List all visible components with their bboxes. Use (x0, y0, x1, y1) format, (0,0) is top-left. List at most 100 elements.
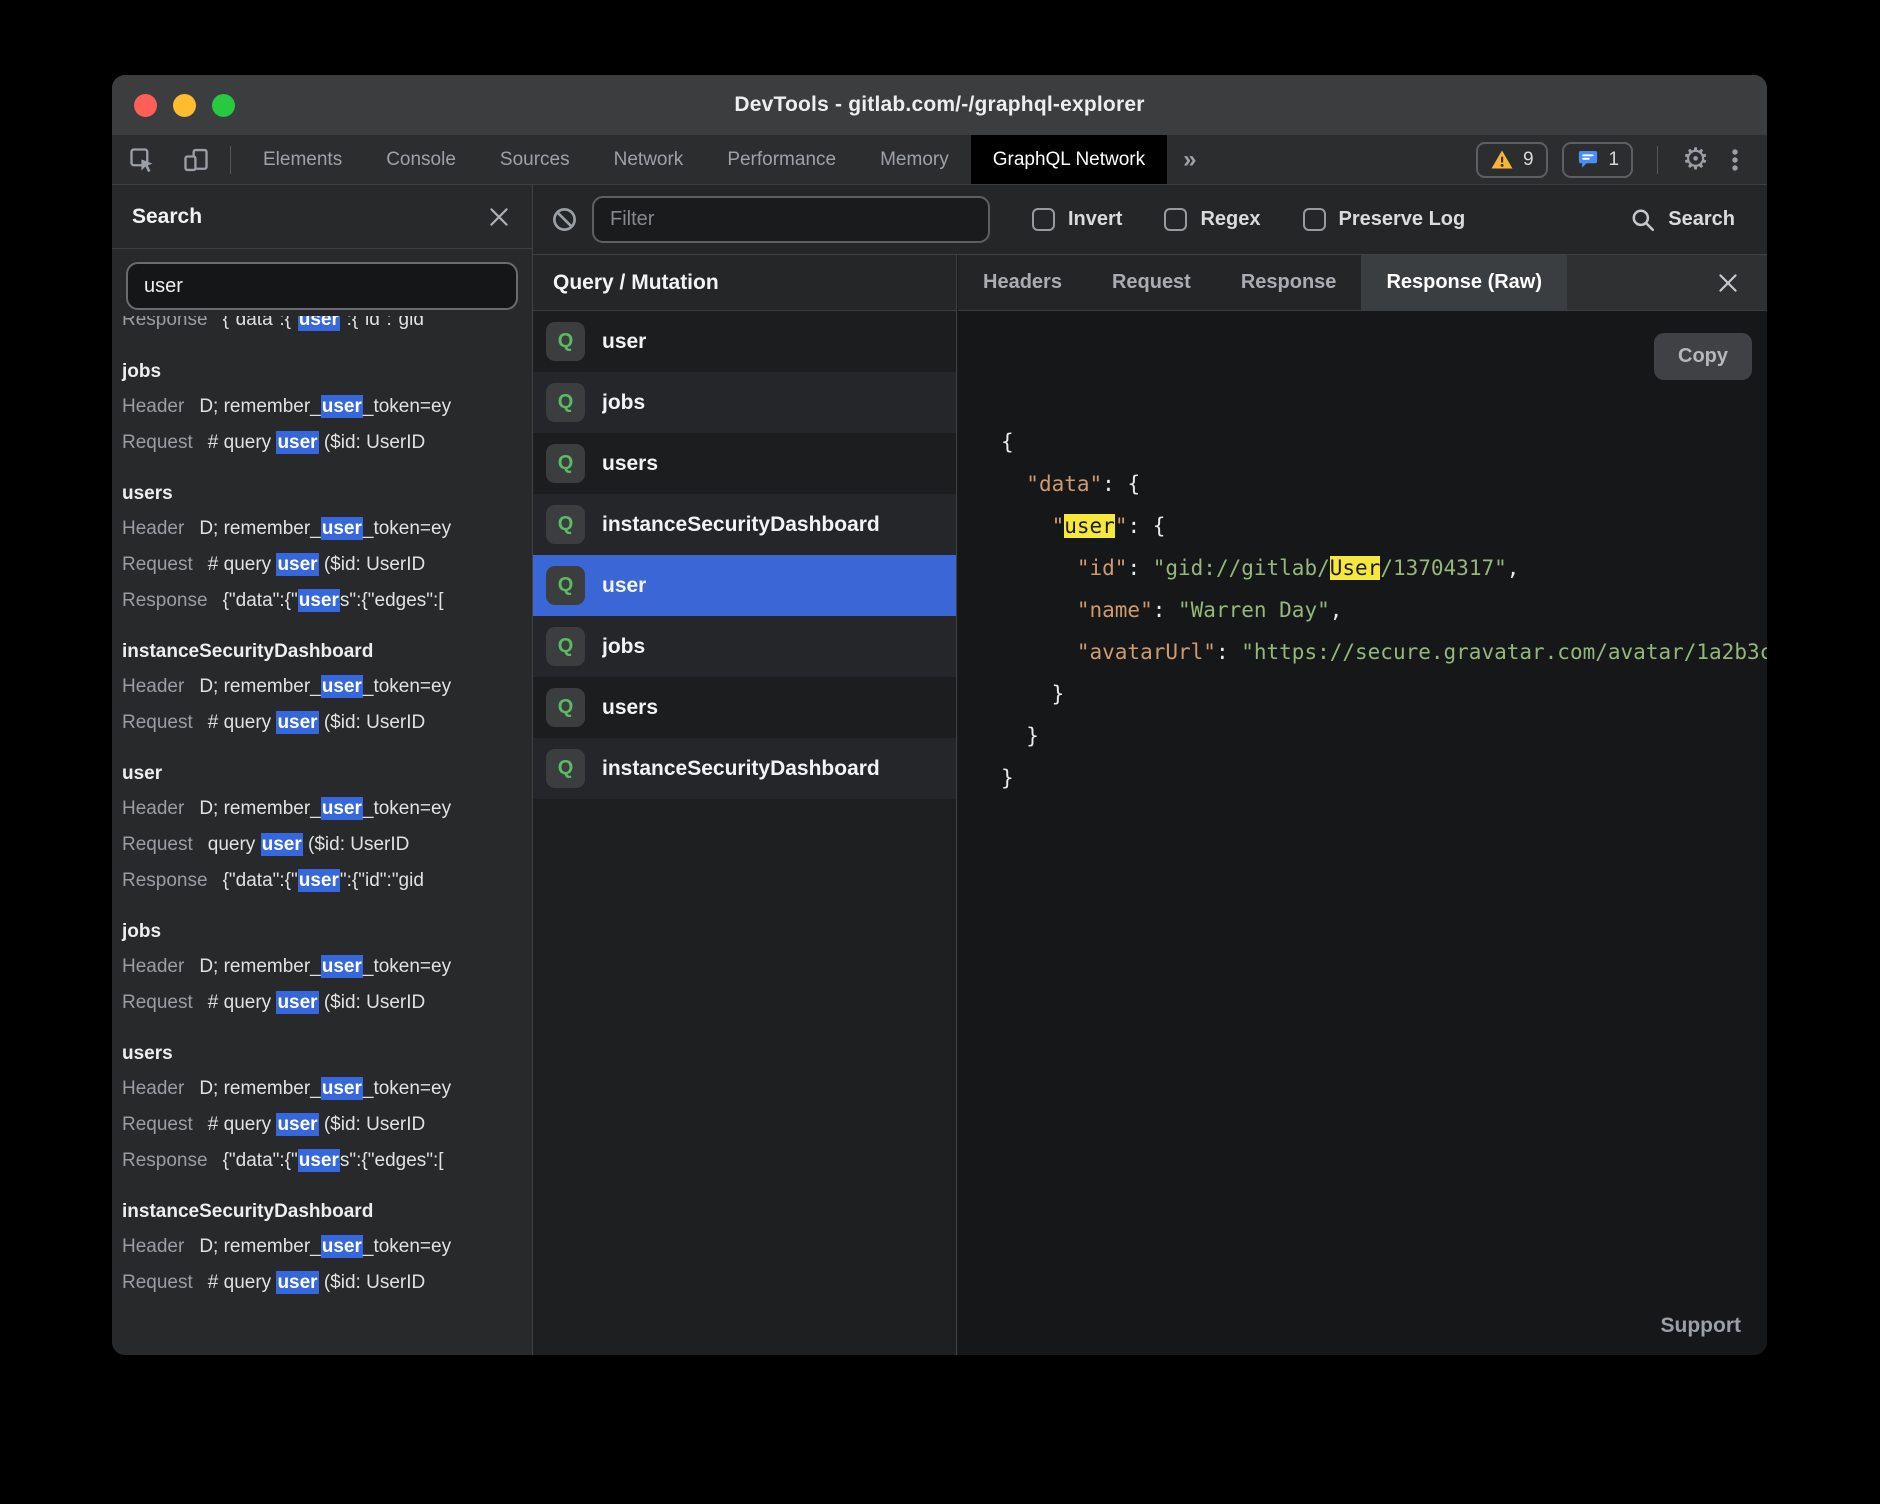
close-search-icon[interactable] (486, 204, 512, 230)
result-row-text: # query (208, 1272, 277, 1293)
checkbox[interactable] (1032, 208, 1055, 231)
device-toolbar-icon[interactable] (172, 135, 220, 184)
chat-bubble-icon (1576, 148, 1600, 172)
search-result-row[interactable]: Request# query user ($id: UserID (122, 1107, 532, 1143)
devtools-tab[interactable]: Sources (478, 135, 592, 184)
json-segment: } (1001, 766, 1014, 790)
devtools-tab[interactable]: Elements (241, 135, 364, 184)
response-tab[interactable]: Response (1216, 255, 1362, 310)
search-result-row[interactable]: Response{"data":{"user":{"id":"gid (122, 863, 532, 899)
search-result-row[interactable]: Request# query user ($id: UserID (122, 547, 532, 583)
search-result-row[interactable]: Response{"data":{"users":{"edges":[ (122, 583, 532, 619)
result-operation-name[interactable]: jobs (122, 355, 532, 389)
result-row-label: Response (122, 870, 208, 891)
json-segment: { (1001, 430, 1014, 454)
result-row-label: Header (122, 396, 184, 417)
support-link[interactable]: Support (1661, 1314, 1741, 1338)
search-result-row[interactable]: Request# query user ($id: UserID (122, 705, 532, 741)
result-row-label: Header (122, 798, 184, 819)
search-input[interactable] (126, 262, 518, 310)
result-row-text: D; remember_ (199, 518, 320, 539)
traffic-lights (134, 75, 235, 135)
result-operation-name[interactable]: instanceSecurityDashboard (122, 635, 532, 669)
response-content: Copy { "data": { "user": { "id": "gid://… (958, 311, 1767, 1355)
checkbox[interactable] (1164, 208, 1187, 231)
checkbox[interactable] (1303, 208, 1326, 231)
query-list-item[interactable]: Q jobs (533, 616, 956, 677)
response-tab[interactable]: Headers (958, 255, 1087, 310)
result-row-text: _token=ey (363, 956, 451, 977)
result-row-text: s":{"edges":[ (340, 1150, 444, 1171)
result-row-label: Header (122, 1236, 184, 1257)
result-operation-name[interactable]: users (122, 477, 532, 511)
query-list-item[interactable]: Q users (533, 433, 956, 494)
query-list-item[interactable]: Q jobs (533, 372, 956, 433)
json-segment: user (1064, 514, 1115, 538)
close-details-icon[interactable] (1715, 270, 1741, 296)
filter-checkbox-group: Regex (1164, 208, 1260, 231)
close-window-button[interactable] (134, 94, 157, 117)
devtools-tab[interactable]: Memory (858, 135, 971, 184)
result-operation-name[interactable]: instanceSecurityDashboard (122, 1195, 532, 1229)
devtools-tabbar: Elements Console Sources Network Perform… (112, 135, 1767, 185)
query-list-item-label: users (602, 452, 658, 476)
result-row-text: s":{"edges":[ (340, 590, 444, 611)
response-tab[interactable]: Response (Raw) (1361, 255, 1567, 310)
query-list-item-label: jobs (602, 391, 645, 415)
search-result-row[interactable]: HeaderD; remember_user_token=ey (122, 511, 532, 547)
devtools-tab[interactable]: GraphQL Network (971, 135, 1167, 184)
more-tabs-icon[interactable]: » (1167, 135, 1212, 184)
query-list-item[interactable]: Q instanceSecurityDashboard (533, 738, 956, 799)
search-result-row[interactable]: HeaderD; remember_user_token=ey (122, 949, 532, 985)
result-row-text: user (321, 1235, 363, 1258)
warning-count-badge[interactable]: 9 (1476, 142, 1548, 178)
message-count-badge[interactable]: 1 (1562, 142, 1634, 178)
search-result-row[interactable]: HeaderD; remember_user_token=ey (122, 1071, 532, 1107)
search-result-section: users HeaderD; remember_user_token=ey Re… (122, 477, 532, 619)
response-tab[interactable]: Request (1087, 255, 1216, 310)
minimize-window-button[interactable] (173, 94, 196, 117)
result-row-text: user (321, 955, 363, 978)
result-row-text: query (208, 834, 261, 855)
result-row-text: D; remember_ (199, 396, 320, 417)
kebab-menu-icon[interactable] (1723, 146, 1747, 174)
filter-search-button[interactable]: Search (1630, 207, 1749, 233)
query-list-item[interactable]: Q instanceSecurityDashboard (533, 494, 956, 555)
query-list-item-label: user (602, 330, 646, 354)
search-result-row[interactable]: HeaderD; remember_user_token=ey (122, 389, 532, 425)
clipped-result-row[interactable]: Response{"data":{"user":{"id":"gid (122, 316, 532, 339)
devtools-tab[interactable]: Console (364, 135, 478, 184)
result-row-text: D; remember_ (199, 1236, 320, 1257)
result-operation-name[interactable]: users (122, 1037, 532, 1071)
query-list-item[interactable]: Q user (533, 311, 956, 372)
json-segment: : { (1102, 472, 1140, 496)
search-result-row[interactable]: HeaderD; remember_user_token=ey (122, 669, 532, 705)
query-list-item[interactable]: Q user (533, 555, 956, 616)
settings-gear-icon[interactable]: ⚙ (1682, 142, 1709, 177)
filter-input[interactable] (592, 196, 990, 243)
json-segment (1001, 598, 1077, 622)
clear-log-icon[interactable] (551, 206, 578, 233)
result-row-label: Response (122, 316, 208, 330)
search-result-row[interactable]: HeaderD; remember_user_token=ey (122, 791, 532, 827)
copy-button[interactable]: Copy (1654, 333, 1752, 380)
devtools-tab[interactable]: Performance (705, 135, 858, 184)
query-list-item-label: users (602, 696, 658, 720)
result-row-text: _token=ey (363, 518, 451, 539)
json-segment: "gid://gitlab/ (1153, 556, 1330, 580)
result-operation-name[interactable]: user (122, 757, 532, 791)
search-result-row[interactable]: HeaderD; remember_user_token=ey (122, 1229, 532, 1265)
query-list-item[interactable]: Q users (533, 677, 956, 738)
search-result-row[interactable]: Request# query user ($id: UserID (122, 1265, 532, 1301)
result-row-text: _token=ey (363, 1078, 451, 1099)
search-result-row[interactable]: Request# query user ($id: UserID (122, 425, 532, 461)
search-result-row[interactable]: Requestquery user ($id: UserID (122, 827, 532, 863)
inspect-element-icon[interactable] (118, 135, 166, 184)
zoom-window-button[interactable] (212, 94, 235, 117)
json-segment: "data" (1026, 472, 1102, 496)
search-result-row[interactable]: Request# query user ($id: UserID (122, 985, 532, 1021)
result-operation-name[interactable]: jobs (122, 915, 532, 949)
filter-search-label: Search (1668, 208, 1735, 231)
devtools-tab[interactable]: Network (592, 135, 706, 184)
search-result-row[interactable]: Response{"data":{"users":{"edges":[ (122, 1143, 532, 1179)
